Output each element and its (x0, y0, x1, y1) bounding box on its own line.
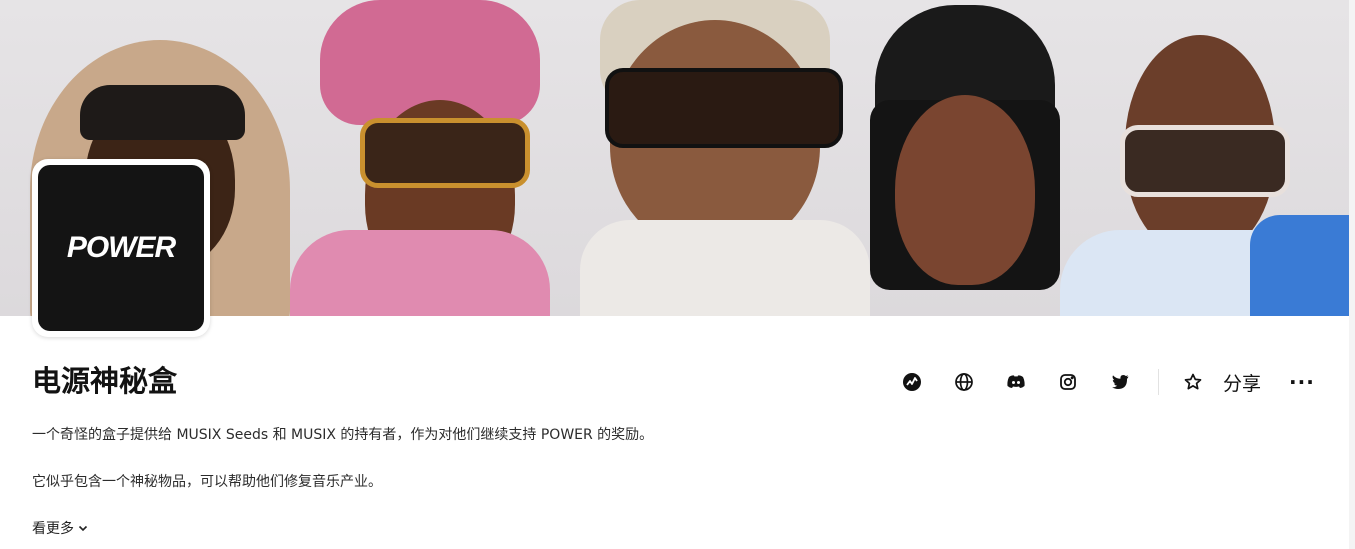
instagram-icon[interactable] (1052, 366, 1084, 398)
banner-figure-2 (290, 0, 550, 316)
banner-figure-3 (560, 0, 890, 316)
collection-logo: POWER (38, 165, 204, 331)
see-more-label: 看更多 (32, 521, 74, 537)
actions-divider (1158, 369, 1159, 395)
collection-description-line-1: 一个奇怪的盒子提供给 MUSIX Seeds 和 MUSIX 的持有者，作为对他… (32, 427, 654, 443)
more-options-button[interactable]: ··· (1289, 370, 1315, 394)
page-scrollbar-track[interactable] (1349, 0, 1355, 549)
activity-icon[interactable] (896, 366, 928, 398)
banner-figure-4 (850, 0, 1080, 316)
twitter-icon[interactable] (1104, 366, 1136, 398)
globe-icon[interactable] (948, 366, 980, 398)
chevron-down-icon (78, 525, 88, 532)
logo-text: POWER (66, 231, 176, 264)
collection-title: 电源神秘盒 (32, 364, 178, 398)
share-button[interactable]: 分享 (1223, 369, 1261, 396)
banner-figure-5 (1060, 30, 1349, 316)
collection-actions: 分享 ··· (896, 366, 1315, 398)
collection-description-line-2: 它似乎包含一个神秘物品，可以帮助他们修复音乐产业。 (32, 474, 382, 490)
star-icon[interactable] (1177, 366, 1209, 398)
see-more-button[interactable]: 看更多 (32, 518, 89, 538)
discord-icon[interactable] (1000, 366, 1032, 398)
collection-avatar: POWER (32, 159, 210, 337)
